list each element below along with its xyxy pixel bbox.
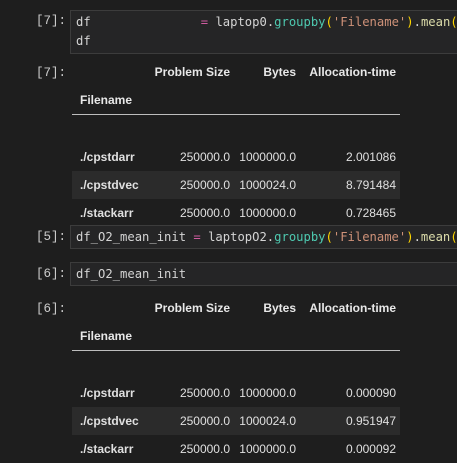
- cell-bytes: 1000000.0: [239, 442, 296, 456]
- code-token: mean: [420, 230, 451, 244]
- index-name: Filename: [80, 329, 133, 343]
- cell-prompt: [6]:: [35, 267, 66, 281]
- code-token: ): [406, 230, 414, 244]
- cell-allocation-time: 0.000090: [345, 386, 396, 400]
- code-token: laptop0: [215, 15, 267, 29]
- table-row: ./cpstdvec 250000.0 1000024.0 8.791484: [72, 171, 400, 199]
- code-token: df: [76, 15, 91, 29]
- code-token: ): [406, 15, 414, 29]
- table-row: ./cpstdarr 250000.0 1000000.0 0.000090: [72, 379, 400, 407]
- row-label: ./stackarr: [80, 206, 134, 220]
- code-cell-input[interactable]: df = laptop0.groupby('Filename').mean() …: [70, 10, 457, 54]
- column-header: Bytes: [263, 65, 296, 79]
- cell-allocation-time: 0.951947: [345, 414, 396, 428]
- cell-allocation-time: 8.791484: [345, 178, 396, 192]
- code-token: (): [450, 230, 457, 244]
- cell-bytes: 1000000.0: [239, 206, 296, 220]
- cell-allocation-time: 0.728465: [345, 206, 396, 220]
- column-header: Allocation-time: [309, 65, 396, 79]
- table-row: ./stackarr 250000.0 1000000.0 0.000092: [72, 435, 400, 463]
- cell-problem-size: 250000.0: [179, 442, 230, 456]
- code-token: (: [325, 15, 333, 29]
- cell-allocation-time: 2.001086: [345, 150, 396, 164]
- cell-problem-size: 250000.0: [179, 206, 230, 220]
- row-label: ./cpstdvec: [80, 178, 139, 192]
- dataframe-output: Problem Size Bytes Allocation-time Filen…: [72, 58, 400, 227]
- column-header: Bytes: [263, 301, 296, 315]
- cell-prompt: [7]:: [35, 14, 66, 28]
- column-header: Problem Size: [154, 65, 230, 79]
- row-label: ./cpstdarr: [80, 386, 135, 400]
- cell-problem-size: 250000.0: [179, 414, 230, 428]
- index-name: Filename: [80, 93, 133, 107]
- code-token: =: [193, 230, 201, 244]
- output-prompt: [7]:: [35, 66, 66, 80]
- cell-allocation-time: 0.000092: [345, 442, 396, 456]
- code-token: df: [76, 34, 91, 48]
- column-header: Allocation-time: [309, 301, 396, 315]
- cell-bytes: 1000000.0: [239, 386, 296, 400]
- cell-bytes: 1000024.0: [239, 178, 296, 192]
- row-label: ./cpstdarr: [80, 150, 135, 164]
- code-token: groupby: [274, 230, 326, 244]
- code-token: 'Filename': [332, 230, 407, 244]
- code-token: (): [450, 15, 457, 29]
- code-token: df_O2_mean_init: [76, 267, 187, 281]
- output-prompt: [6]:: [35, 302, 66, 316]
- code-token: mean: [420, 15, 451, 29]
- row-label: ./cpstdvec: [80, 414, 139, 428]
- table-row: ./cpstdvec 250000.0 1000024.0 0.951947: [72, 407, 400, 435]
- cell-bytes: 1000024.0: [239, 414, 296, 428]
- cell-problem-size: 250000.0: [179, 386, 230, 400]
- code-token: =: [200, 15, 209, 29]
- index-header-blank: [72, 294, 150, 322]
- row-label: ./stackarr: [80, 442, 134, 456]
- code-token: .: [413, 15, 421, 29]
- cell-problem-size: 250000.0: [179, 150, 230, 164]
- cell-problem-size: 250000.0: [179, 178, 230, 192]
- code-token: .: [413, 230, 421, 244]
- code-token: laptopO2: [208, 230, 267, 244]
- code-cell-input[interactable]: df_O2_mean_init = laptopO2. groupby('File…: [70, 225, 457, 249]
- code-token: df_O2_mean_init: [76, 230, 187, 244]
- code-token: (: [325, 230, 333, 244]
- dataframe-output: Problem Size Bytes Allocation-time Filen…: [72, 294, 400, 463]
- index-header-blank: [72, 58, 150, 86]
- column-header: Problem Size: [154, 301, 230, 315]
- code-token: 'Filename': [332, 15, 407, 29]
- table-row: ./cpstdarr 250000.0 1000000.0 2.001086: [72, 143, 400, 171]
- code-cell-input[interactable]: df_O2_mean_init: [70, 262, 457, 286]
- table-row: ./stackarr 250000.0 1000000.0 0.728465: [72, 199, 400, 227]
- code-token: groupby: [274, 15, 326, 29]
- cell-prompt: [5]:: [35, 230, 66, 244]
- cell-bytes: 1000000.0: [239, 150, 296, 164]
